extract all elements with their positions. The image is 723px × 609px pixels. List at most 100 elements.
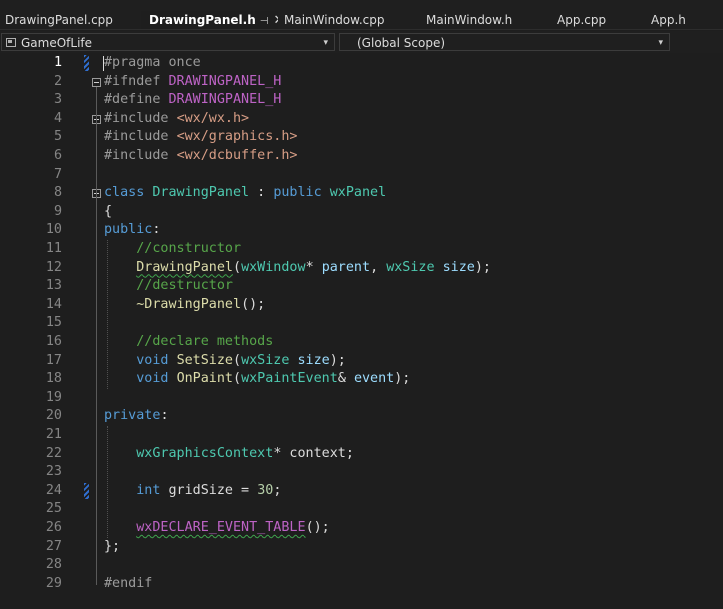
line-number: 28	[45, 557, 62, 573]
code-line[interactable]: 11 //constructor	[0, 240, 723, 259]
collapse-icon[interactable]	[92, 77, 101, 87]
code-line[interactable]: 2 #ifndef DRAWINGPANEL_H	[0, 73, 723, 92]
code-token: DrawingPanel	[152, 185, 250, 201]
code-token: wxPanel	[329, 185, 387, 201]
code-line[interactable]: 3 #define DRAWINGPANEL_H	[0, 91, 723, 110]
code-text: wxGraphicsContext* context;	[104, 445, 354, 464]
code-token: <wx/wx.h>	[176, 110, 250, 126]
code-line[interactable]: 1 #pragma once	[0, 54, 723, 73]
code-token: :	[160, 408, 169, 424]
line-number: 13	[45, 278, 62, 294]
tab-drawingpanel-cpp[interactable]: DrawingPanel.cpp	[5, 11, 133, 30]
close-icon[interactable]: ✕	[274, 13, 279, 28]
code-token: SetSize	[176, 352, 233, 368]
code-token: event	[353, 371, 395, 387]
code-token: #include	[104, 148, 177, 163]
code-token: wxSize	[386, 259, 435, 275]
code-line[interactable]: 25	[0, 500, 723, 519]
tab-app-cpp[interactable]: App.cpp	[557, 11, 642, 30]
tab-label: DrawingPanel.h	[149, 13, 256, 27]
code-token: {	[104, 203, 113, 219]
document-tab-bar: DrawingPanel.cpp DrawingPanel.h ⊣ ✕ MainWi…	[0, 0, 723, 30]
line-number: 18	[45, 371, 62, 387]
code-line[interactable]: 12 DrawingPanel(wxWindow* parent, wxSize…	[0, 259, 723, 278]
line-number: 6	[53, 148, 62, 163]
code-token: );	[474, 259, 491, 275]
code-text: #define DRAWINGPANEL_H	[104, 91, 281, 110]
code-line[interactable]: 16 //declare methods	[0, 333, 723, 352]
code-token: (	[233, 371, 242, 387]
code-token: #define	[104, 92, 169, 108]
navigation-bar: GameOfLife ▾ (Global Scope) ▾	[0, 31, 723, 53]
code-line[interactable]: 22 wxGraphicsContext* context;	[0, 445, 723, 464]
code-token: OnPaint	[176, 371, 233, 387]
code-line[interactable]: 23	[0, 463, 723, 482]
code-line[interactable]: 20 private:	[0, 407, 723, 426]
code-line[interactable]: 19	[0, 389, 723, 408]
code-line[interactable]: 24 int gridSize = 30;	[0, 482, 723, 501]
project-icon	[6, 38, 16, 47]
scope-label: (Global Scope)	[357, 36, 446, 50]
fold-region-line	[96, 198, 97, 548]
code-text: #include <wx/graphics.h>	[104, 128, 298, 147]
chevron-down-icon: ▾	[323, 38, 328, 48]
code-text: void OnPaint(wxPaintEvent& event);	[104, 370, 410, 389]
line-number: 15	[45, 315, 62, 331]
line-number: 23	[45, 464, 62, 480]
code-text: //declare methods	[104, 333, 273, 352]
code-line[interactable]: 28	[0, 556, 723, 575]
code-line[interactable]: 17 void SetSize(wxSize size);	[0, 352, 723, 371]
code-line[interactable]: 26 wxDECLARE_EVENT_TABLE();	[0, 519, 723, 538]
line-number: 4	[53, 110, 62, 126]
scope-dropdown[interactable]: (Global Scope) ▾	[339, 33, 670, 51]
code-token: ();	[241, 296, 266, 312]
code-text: public:	[104, 221, 160, 240]
code-line[interactable]: 27};	[0, 538, 723, 557]
code-line[interactable]: 14 ~DrawingPanel();	[0, 296, 723, 315]
code-text: //constructor	[104, 240, 241, 259]
code-line[interactable]: 7	[0, 166, 723, 185]
code-line[interactable]: 15	[0, 314, 723, 333]
code-token: <wx/graphics.h>	[176, 129, 298, 145]
line-number: 11	[45, 241, 62, 256]
line-number: 8	[53, 185, 62, 201]
code-line[interactable]: 29 #endif	[0, 575, 723, 594]
code-token: *	[305, 259, 322, 275]
code-line[interactable]: 18 void OnPaint(wxPaintEvent& event);	[0, 370, 723, 389]
code-token: wxSize	[241, 352, 290, 368]
tab-mainwindow-cpp[interactable]: MainWindow.cpp	[284, 11, 414, 30]
code-text: };	[104, 538, 120, 557]
project-dropdown[interactable]: GameOfLife ▾	[1, 33, 335, 51]
code-text: {	[104, 203, 112, 222]
code-token: DrawingPanel	[136, 259, 233, 275]
code-line[interactable]: 8 class DrawingPanel : public wxPanel	[0, 184, 723, 203]
change-marker	[84, 482, 89, 499]
code-line[interactable]: 9{	[0, 203, 723, 222]
tab-drawingpanel-h[interactable]: DrawingPanel.h ⊣ ✕	[141, 11, 278, 30]
line-number: 17	[45, 352, 62, 368]
code-token: //constructor	[136, 241, 242, 256]
code-token: //declare methods	[136, 334, 274, 349]
line-number: 16	[45, 334, 62, 349]
tab-mainwindow-h[interactable]: MainWindow.h	[426, 11, 546, 30]
code-line[interactable]: 21	[0, 426, 723, 445]
code-line[interactable]: 13 //destructor	[0, 277, 723, 296]
pin-icon[interactable]: ⊣	[260, 16, 269, 27]
code-text: #include <wx/wx.h>	[104, 110, 249, 129]
code-editor[interactable]: 1 #pragma once 2 #ifndef DRAWINGPANEL_H 3 #de…	[0, 54, 723, 609]
code-line[interactable]: 6 #include <wx/dcbuffer.h>	[0, 147, 723, 166]
tab-label: MainWindow.h	[426, 13, 513, 27]
code-line[interactable]: 4 #include <wx/wx.h>	[0, 110, 723, 129]
line-number: 12	[45, 259, 62, 275]
line-number: 5	[53, 129, 62, 145]
text-cursor	[103, 56, 104, 71]
tab-app-h[interactable]: App.h	[651, 11, 723, 30]
code-line[interactable]: 5 #include <wx/graphics.h>	[0, 128, 723, 147]
code-text: #include <wx/dcbuffer.h>	[104, 147, 298, 166]
line-number: 20	[45, 408, 62, 424]
code-line[interactable]: 10 public:	[0, 221, 723, 240]
